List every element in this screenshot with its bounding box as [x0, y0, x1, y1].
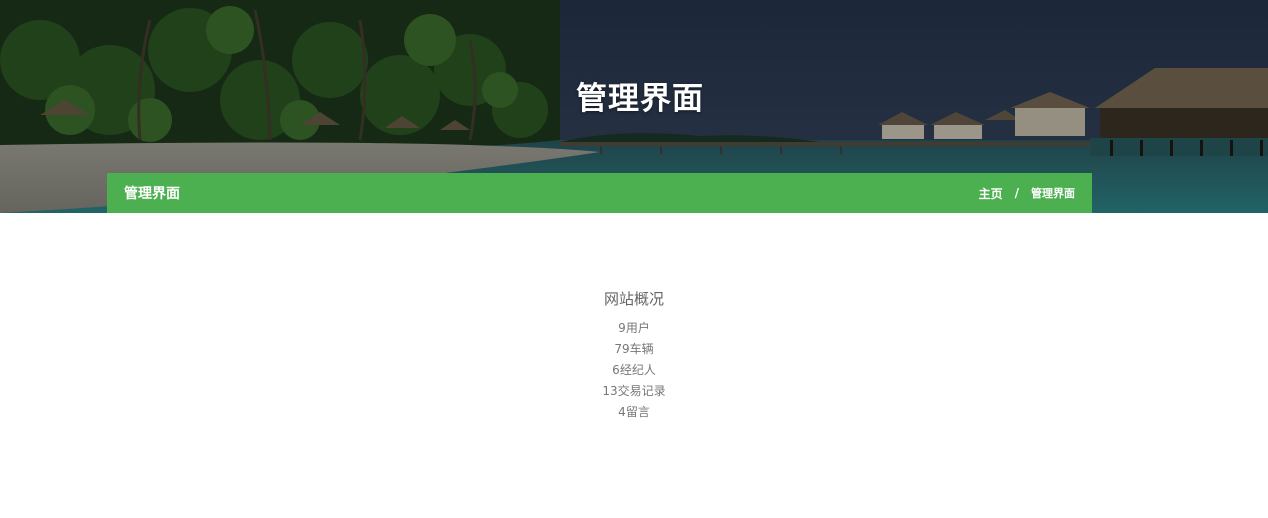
stat-vehicles: 79车辆	[0, 339, 1268, 360]
overview-title: 网站概况	[603, 290, 664, 308]
stat-messages: 4留言	[0, 402, 1268, 423]
stats-list: 9用户 79车辆 6经纪人 13交易记录 4留言	[0, 318, 1268, 423]
stat-label: 车辆	[629, 342, 654, 356]
stat-agents: 6经纪人	[0, 360, 1268, 381]
stat-count: 79	[614, 342, 630, 356]
stat-users: 9用户	[0, 318, 1268, 339]
stat-count: 13	[602, 384, 618, 398]
breadcrumb-current: 管理界面	[1031, 187, 1075, 200]
breadcrumb-home-link[interactable]: 主页	[979, 185, 1003, 202]
stat-label: 交易记录	[617, 384, 666, 398]
stat-count: 9	[618, 321, 626, 335]
stat-transactions: 13交易记录	[0, 381, 1268, 402]
breadcrumb-separator: /	[1014, 186, 1019, 200]
breadcrumb-bar: 管理界面 主页 / 管理界面	[107, 173, 1092, 213]
stat-label: 用户	[625, 321, 650, 335]
breadcrumb: 主页 / 管理界面	[979, 185, 1075, 202]
stat-label: 留言	[625, 405, 650, 419]
hero-title: 管理界面	[576, 81, 704, 117]
stat-label: 经纪人	[619, 363, 656, 377]
stat-count: 6	[612, 363, 620, 377]
page-title: 管理界面	[124, 186, 180, 202]
stat-count: 4	[618, 405, 626, 419]
site-overview: 网站概况 9用户 79车辆 6经纪人 13交易记录 4留言	[0, 288, 1268, 423]
